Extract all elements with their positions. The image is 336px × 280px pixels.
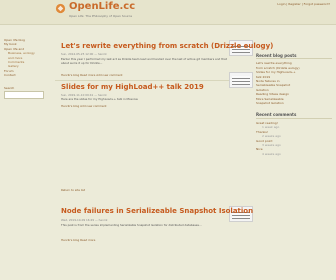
block-title: Recent comments: [256, 113, 332, 119]
search-block: Search: [4, 85, 52, 100]
site-slogan: Open Life: The Philosophy of Open Source: [69, 14, 133, 18]
post-title[interactable]: Node failures in Serializeable Snapshot …: [61, 207, 253, 215]
post-body: Earlier this year I performed my last ac…: [61, 57, 227, 65]
post-body: Here are the slides for my HighLoad++ ta…: [61, 97, 139, 101]
post-date: Wed, 2019-10-09 16:29 — henrik: [61, 218, 108, 222]
nav-item-contact[interactable]: Contact: [4, 73, 52, 77]
post-title[interactable]: Let's rewrite everything from scratch (D…: [61, 42, 273, 50]
search-input[interactable]: [4, 91, 44, 100]
recent-post-link[interactable]: Snapshot Isolation: [256, 101, 332, 105]
block-title: Recent blog posts: [256, 53, 332, 60]
recent-posts-block: Recent blog posts Let's rewrite everythi…: [256, 53, 332, 105]
forum-notice[interactable]: Return to site list: [61, 188, 85, 192]
post-thumbnail: [229, 72, 253, 88]
left-navigation: Open life blog My book Open life and Bus…: [4, 38, 52, 100]
post-title[interactable]: Slides for my HighLoad++ talk 2019: [61, 83, 204, 91]
site-header: OpenLife.cc Open Life: The Philosophy of…: [0, 0, 336, 25]
post-links[interactable]: Henrik's blog Read more Add new comment: [61, 73, 123, 77]
post-body: This post is from the series implementin…: [61, 223, 202, 227]
divider: [55, 80, 251, 81]
site-title[interactable]: OpenLife.cc: [69, 1, 135, 12]
main-content: Let's rewrite everything from scratch (D…: [55, 28, 273, 280]
search-label: Search: [4, 85, 15, 90]
post-links[interactable]: Henrik's blog Add new comment: [61, 104, 106, 108]
right-sidebar: Recent blog posts Let's rewrite everythi…: [256, 53, 332, 164]
user-links[interactable]: Login | Register | Forgot password?: [277, 2, 330, 6]
comment-age: 4 weeks ago: [262, 151, 281, 156]
recent-comments-block: Recent comments Great reading! 1 week ag…: [256, 113, 332, 156]
post-date: Sun, 2014-05-25 12:00 — henrik: [61, 52, 107, 56]
post-links[interactable]: Henrik's blog Read more: [61, 238, 95, 242]
logo-icon[interactable]: [55, 3, 66, 14]
